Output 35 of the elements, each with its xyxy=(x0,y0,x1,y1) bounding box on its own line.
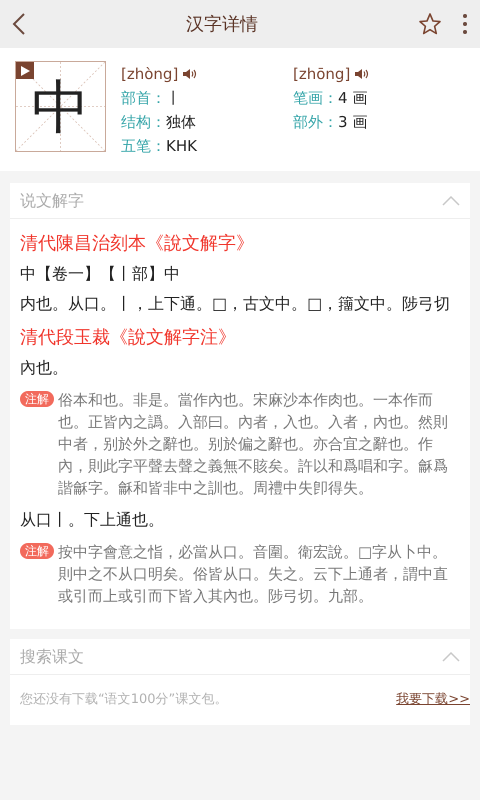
play-icon xyxy=(20,66,30,76)
section-title: 搜索课文 xyxy=(20,646,84,668)
note-badge: 注解 xyxy=(20,543,54,559)
definition-text: 內也。 xyxy=(20,357,69,379)
field-label: 结构： xyxy=(121,112,166,133)
note-badge: 注解 xyxy=(20,391,54,407)
page-title: 汉字详情 xyxy=(185,12,259,36)
field-label: 五笔： xyxy=(121,136,166,157)
field-value: 3 画 xyxy=(338,112,368,133)
character-glyph: 中 xyxy=(32,78,90,136)
source-heading: 清代陳昌治刻本《說文解字》 xyxy=(20,232,255,256)
field-label: 笔画： xyxy=(293,88,338,109)
field-value: 丨 xyxy=(166,88,181,109)
source-heading: 清代段玉裁《說文解字注》 xyxy=(20,326,237,350)
empty-message: 您还没有下载“语文100分”课文包。 xyxy=(20,691,228,710)
more-icon[interactable] xyxy=(462,13,468,35)
note-text: 按中字會意之恉，必當从口。音圍。衛宏說。□字从卜中。則中之不从口明矣。俗皆从口。失之。云下上通者，謂中直或引而上或引而下皆入其內也。陟弓切。九部。 xyxy=(58,542,449,607)
pinyin: [zhōng] xyxy=(293,64,350,85)
note-text: 俗本和也。非是。當作內也。宋麻沙本作肉也。一本作而也。正皆內之譌。入部曰。內者，入也。入者，內也。然則中者，别於外之辭也。别於偏之辭也。亦合宜之辭也。作內，則此字平聲去聲之義無不賅矣。許以和爲唱和字。龢爲諧龢字。龢和皆非中之訓也。周禮中失卽得失。 xyxy=(58,390,449,499)
back-icon[interactable] xyxy=(12,12,26,36)
field-value: 独体 xyxy=(166,112,196,133)
star-icon[interactable] xyxy=(418,12,442,36)
speaker-icon[interactable] xyxy=(182,67,198,81)
field-value: KHK xyxy=(166,136,197,157)
definition-text: 内也。从口。丨，上下通。□，古文中。□，籒文中。陟弓切 xyxy=(20,293,452,315)
field-label: 部首： xyxy=(121,88,166,109)
section-title: 说文解字 xyxy=(20,190,84,212)
pinyin: [zhòng] xyxy=(121,64,178,85)
definition-text: 从口丨。下上通也。 xyxy=(20,509,165,531)
download-link[interactable]: 我要下载>> xyxy=(396,690,470,710)
field-value: 4 画 xyxy=(338,88,368,109)
definition-text: 中【卷一】【丨部】中 xyxy=(20,263,181,285)
play-button[interactable] xyxy=(16,62,34,79)
speaker-icon[interactable] xyxy=(354,67,370,81)
field-label: 部外： xyxy=(293,112,338,133)
